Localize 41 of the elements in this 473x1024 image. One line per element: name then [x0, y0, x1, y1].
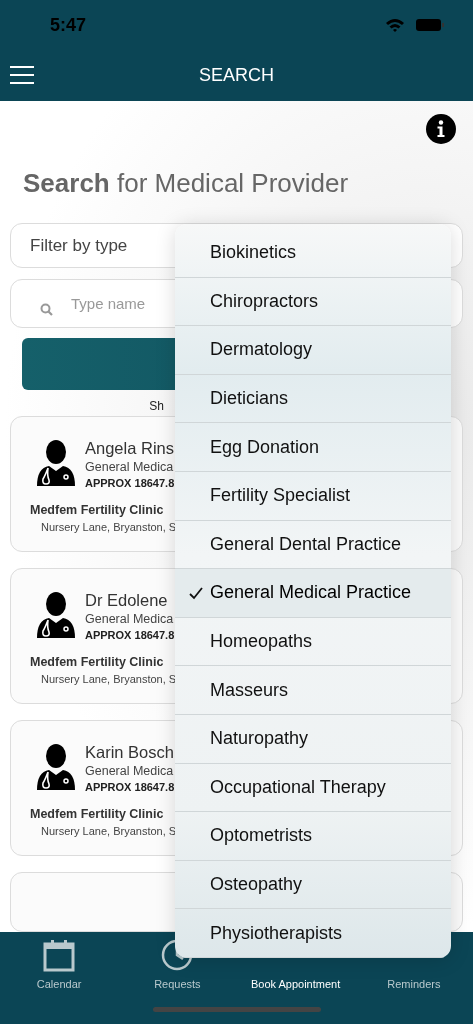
provider-distance: APPROX 18647.8: [85, 476, 175, 491]
provider-distance: APPROX 18647.8: [85, 780, 175, 795]
dropdown-option[interactable]: Occupational Therapy: [175, 763, 451, 813]
results-label: Sh: [149, 399, 164, 413]
dropdown-option[interactable]: Osteopathy: [175, 860, 451, 910]
dropdown-option[interactable]: Egg Donation: [175, 423, 451, 472]
clinic-name: Medfem Fertility Clinic: [30, 502, 164, 519]
battery-icon: [415, 18, 445, 32]
dropdown-option[interactable]: Masseurs: [175, 666, 451, 715]
provider-distance: APPROX 18647.8: [85, 628, 175, 643]
wifi-icon: [385, 18, 405, 32]
provider-type: General Medica: [85, 763, 174, 779]
dropdown-option[interactable]: Chiropractors: [175, 277, 451, 327]
dropdown-option[interactable]: Naturopathy: [175, 714, 451, 764]
provider-name: Angela Rins: [85, 438, 174, 459]
dropdown-option[interactable]: Physiotherapists: [175, 909, 451, 958]
dropdown-option[interactable]: Dieticians: [175, 374, 451, 424]
search-icon: [40, 302, 53, 316]
page-heading: Search for Medical Provider: [22, 167, 350, 200]
clinic-name: Medfem Fertility Clinic: [30, 654, 164, 671]
clinic-name: Medfem Fertility Clinic: [30, 806, 164, 823]
header-title: SEARCH: [199, 64, 274, 87]
status-time: 5:47: [50, 13, 87, 37]
dropdown-option[interactable]: Homeopaths: [175, 617, 451, 667]
menu-button[interactable]: [10, 66, 34, 84]
doctor-icon: [35, 744, 77, 792]
dropdown-option[interactable]: General Medical Practice: [175, 569, 451, 618]
dropdown-option[interactable]: Dermatology: [175, 326, 451, 375]
tab-item[interactable]: Calendar: [0, 932, 119, 994]
provider-type: General Medica: [85, 611, 174, 627]
provider-name: Dr Edolene: [85, 590, 168, 611]
dropdown-option[interactable]: Fertility Specialist: [175, 471, 451, 521]
checkmark-icon: [189, 587, 203, 601]
dropdown-option[interactable]: Biokinetics: [175, 229, 451, 278]
provider-name: Karin Bosch: [85, 742, 174, 763]
calendar-icon: [42, 937, 77, 972]
dropdown-option[interactable]: Optometrists: [175, 812, 451, 861]
doctor-icon: [35, 440, 77, 488]
provider-type: General Medica: [85, 459, 174, 475]
doctor-icon: [35, 592, 77, 640]
info-icon[interactable]: [426, 114, 456, 144]
